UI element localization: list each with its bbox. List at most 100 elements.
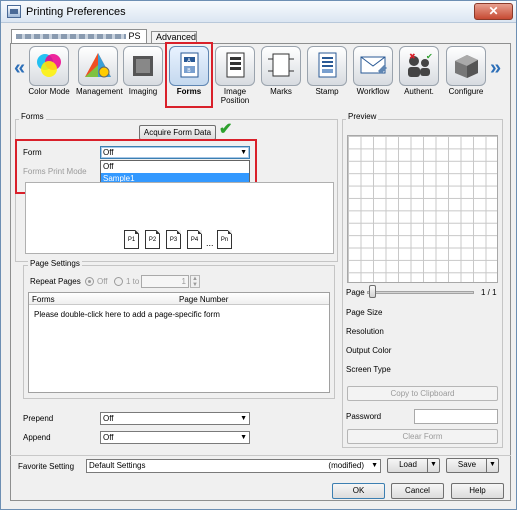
toolbar-imaging[interactable]: Imaging (121, 46, 165, 96)
chevron-down-icon[interactable]: ▼ (427, 459, 439, 472)
toolbar-stamp[interactable]: Stamp (305, 46, 349, 96)
append-select[interactable]: Off ▼ (100, 431, 250, 444)
toolbar-image-position[interactable]: Image Position (213, 46, 257, 105)
toolbar-prev-arrow[interactable]: « (14, 57, 25, 80)
configure-icon (446, 46, 486, 86)
imaging-icon (123, 46, 163, 86)
column-page-number[interactable]: Page Number (179, 295, 228, 304)
page-p3: P3 (166, 230, 181, 249)
favorite-modified-indicator: (modified) (328, 461, 364, 470)
toolbar-management[interactable]: Management (76, 46, 123, 96)
help-button[interactable]: Help (451, 483, 504, 499)
load-button-label[interactable]: Load (388, 459, 428, 472)
acquire-form-data-button[interactable]: Acquire Form Data (139, 125, 216, 140)
load-button[interactable]: Load ▼ (387, 458, 440, 473)
toolbar-management-label: Management (76, 87, 123, 96)
toolbar-color-mode[interactable]: Color Mode (27, 46, 71, 96)
svg-text:✖: ✖ (409, 52, 416, 61)
tab-ps[interactable]: PS (11, 29, 147, 43)
chevron-down-icon: ▼ (240, 415, 247, 422)
favorite-setting-select[interactable]: Default Settings (modified) ▼ (86, 459, 381, 473)
toolbar-workflow[interactable]: Workflow (351, 46, 395, 96)
toolbar-authentication-label: Authent. (404, 87, 434, 96)
printing-preferences-window: Printing Preferences ✕ PS Advanced « » C… (0, 0, 517, 510)
table-header: Forms Page Number (29, 293, 329, 305)
page-forms-table[interactable]: Forms Page Number Please double-click he… (28, 292, 330, 393)
prepend-label: Prepend (23, 414, 54, 423)
toolbar-configure[interactable]: Configure (444, 46, 488, 96)
repeat-pages-input[interactable]: 1 (141, 275, 189, 288)
password-label: Password (346, 412, 382, 421)
window-title: Printing Preferences (26, 6, 126, 18)
prepend-select[interactable]: Off ▼ (100, 412, 250, 425)
close-button[interactable]: ✕ (474, 3, 513, 20)
toolbar-workflow-label: Workflow (356, 87, 390, 96)
info-output-color: Output Color (346, 346, 392, 355)
repeat-pages-spinner[interactable]: ▲ ▼ (190, 275, 200, 288)
favorite-setting-label: Favorite Setting (18, 462, 75, 471)
forms-highlight-frame (165, 42, 213, 108)
cancel-button[interactable]: Cancel (391, 483, 444, 499)
stamp-icon (307, 46, 347, 86)
page-ellipsis: ... (206, 238, 214, 248)
copy-to-clipboard-button[interactable]: Copy to Clipboard (347, 386, 498, 401)
color-mode-icon (29, 46, 69, 86)
save-button-label[interactable]: Save (447, 459, 487, 472)
page-settings-title: Page Settings (28, 259, 82, 268)
toolbar-configure-label: Configure (448, 87, 484, 96)
repeat-range-label: 1 to (126, 277, 140, 286)
toolbar-marks[interactable]: Marks (259, 46, 303, 96)
chevron-down-icon[interactable]: ▼ (486, 459, 498, 472)
page-count: 1 / 1 (481, 288, 497, 297)
page-slider-track[interactable] (367, 291, 474, 294)
prepend-select-value: Off (103, 414, 114, 423)
svg-text:✔: ✔ (426, 52, 433, 61)
page-p2: P2 (145, 230, 160, 249)
column-forms[interactable]: Forms (32, 295, 55, 304)
toolbar-marks-label: Marks (270, 87, 292, 96)
repeat-range-radio[interactable] (114, 277, 123, 286)
info-screen-type: Screen Type (346, 365, 391, 374)
marks-icon (261, 46, 301, 86)
page-label: Page (346, 288, 365, 297)
save-button[interactable]: Save ▼ (446, 458, 499, 473)
forms-group-title: Forms (19, 112, 46, 121)
preview-title: Preview (346, 112, 379, 121)
management-icon (78, 46, 118, 86)
page-pn: Pn (217, 230, 232, 249)
page-p4: P4 (187, 230, 202, 249)
chevron-down-icon: ▼ (240, 434, 247, 441)
toolbar-next-arrow[interactable]: » (490, 57, 501, 80)
repeat-pages-label: Repeat Pages (30, 277, 81, 286)
password-input[interactable] (414, 409, 498, 424)
repeat-off-label: Off (97, 277, 108, 286)
image-position-icon (215, 46, 255, 86)
toolbar-image-position-label: Image Position (220, 87, 250, 105)
favorite-setting-value: Default Settings (89, 461, 146, 470)
info-resolution: Resolution (346, 327, 384, 336)
toolbar-color-mode-label: Color Mode (28, 87, 70, 96)
page-p1: P1 (124, 230, 139, 249)
authentication-icon: ✖ ✔ (399, 46, 439, 86)
printer-name-redacted (16, 34, 126, 40)
table-hint: Please double-click here to add a page-s… (34, 310, 220, 319)
toolbar-authentication[interactable]: ✖ ✔ Authent. (397, 46, 441, 96)
ok-button[interactable]: OK (332, 483, 385, 499)
clear-form-button[interactable]: Clear Form (347, 429, 498, 444)
forms-page-preview: P1 P2 P3 P4 ... Pn (25, 182, 334, 254)
tab-ps-label: PS (128, 31, 141, 41)
append-label: Append (23, 433, 51, 442)
check-mark-icon: ✔ (219, 121, 233, 138)
toolbar-imaging-label: Imaging (128, 87, 158, 96)
chevron-down-icon: ▼ (371, 462, 378, 469)
printer-icon (7, 5, 21, 18)
page-slider-thumb[interactable] (369, 285, 376, 298)
title-bar: Printing Preferences ✕ (1, 1, 516, 23)
repeat-off-radio[interactable] (85, 277, 94, 286)
workflow-icon (353, 46, 393, 86)
toolbar-stamp-label: Stamp (315, 87, 339, 96)
favorite-separator (10, 455, 511, 456)
append-select-value: Off (103, 433, 114, 442)
info-page-size: Page Size (346, 308, 383, 317)
preview-grid (347, 135, 498, 283)
